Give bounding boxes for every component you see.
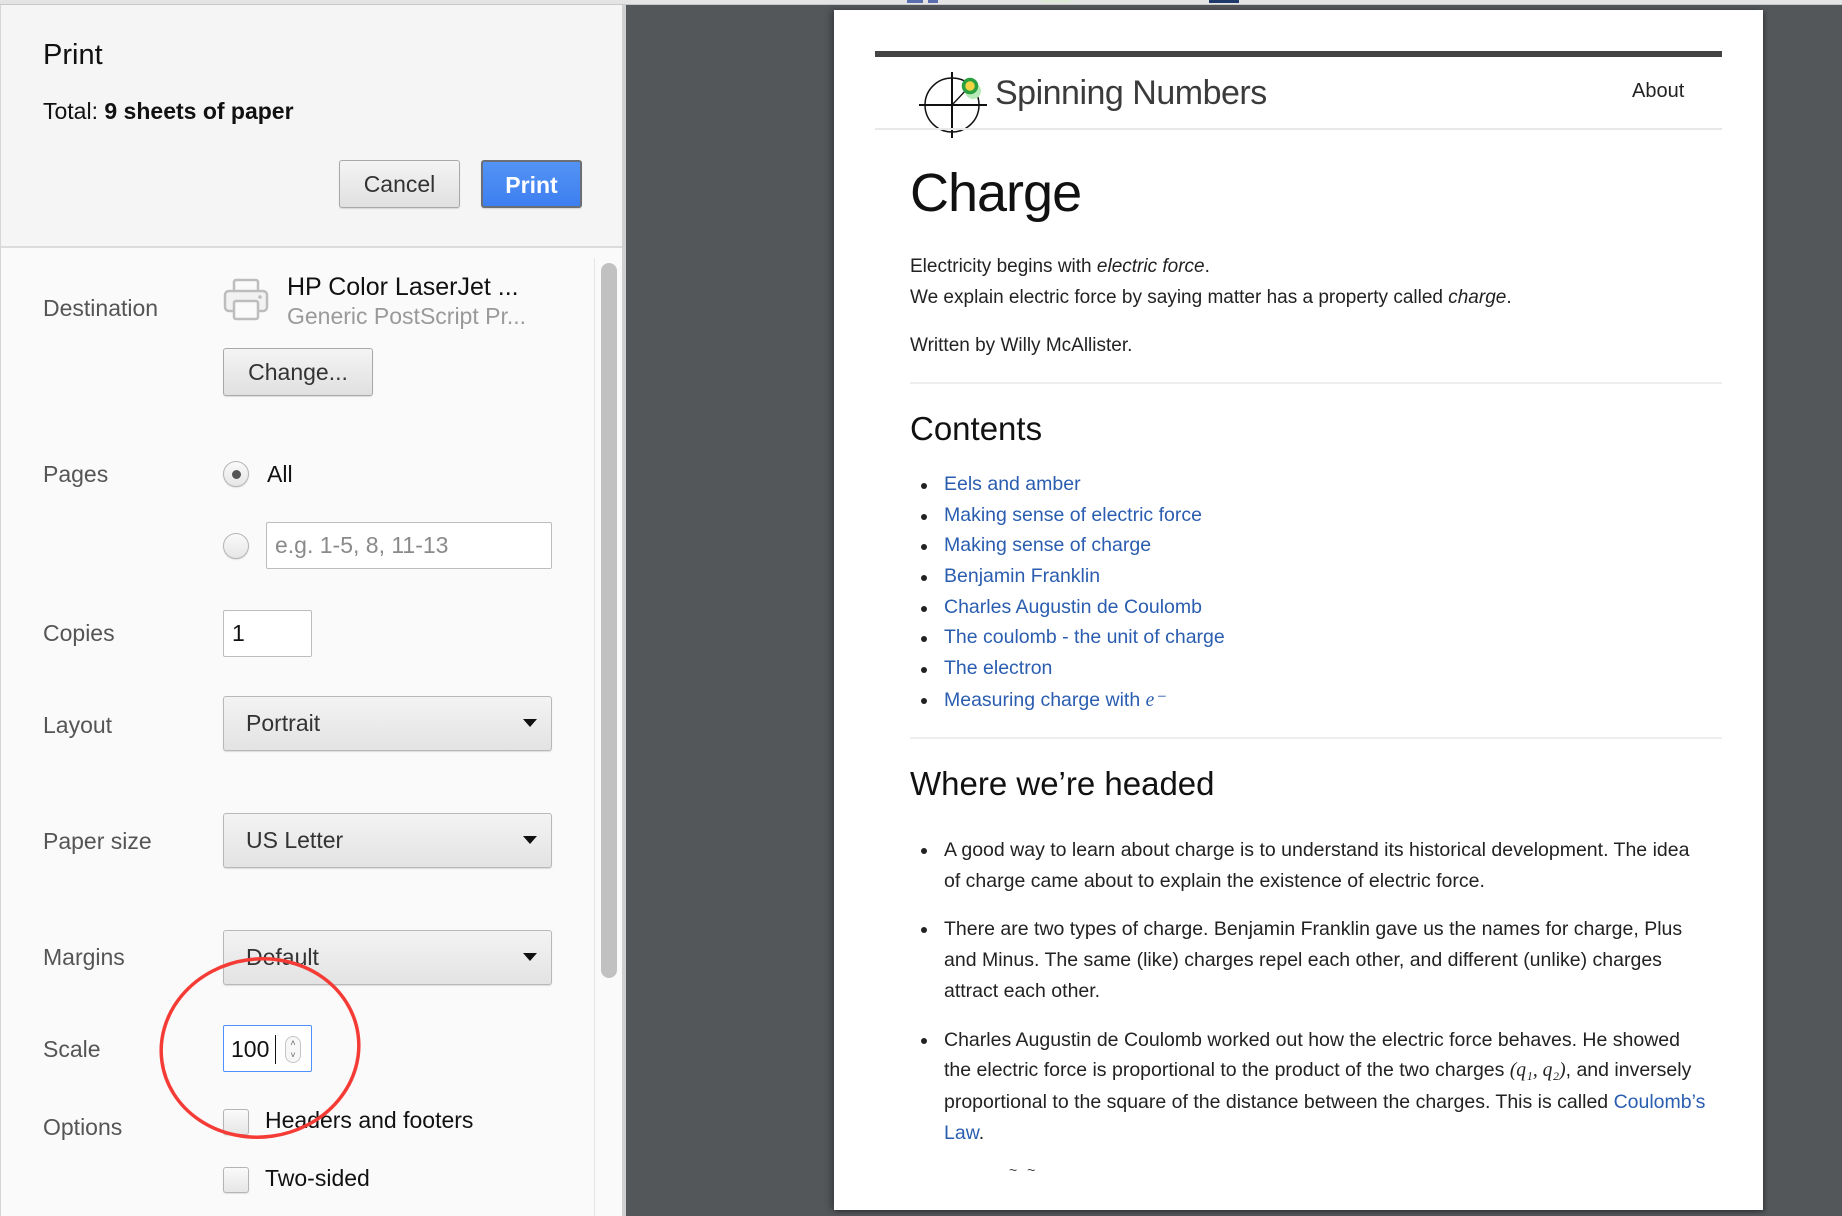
intro-text: We explain electric force by saying matt…	[910, 287, 1449, 308]
math-charges: (q₁, q₂)	[1509, 1060, 1566, 1082]
scale-stepper[interactable]: ˄ ˅	[285, 1036, 301, 1063]
author-line: Written by Willy McAllister.	[910, 335, 1133, 356]
options-label: Options	[43, 1114, 123, 1140]
toc-link[interactable]: Measuring charge with e⁻	[944, 689, 1165, 711]
toc-link[interactable]: Charles Augustin de Coulomb	[944, 596, 1202, 618]
toc-item: Charles Augustin de Coulomb	[910, 596, 1225, 627]
nav-about-link[interactable]: About	[1632, 80, 1684, 103]
toc-item: Making sense of charge	[910, 534, 1225, 565]
pages-all-radio[interactable]	[223, 461, 249, 487]
chevron-down-icon	[523, 836, 537, 844]
toc-item: Eels and amber	[910, 473, 1225, 504]
headers-footers-checkbox[interactable]	[223, 1109, 249, 1135]
headers-footers-label: Headers and footers	[265, 1107, 474, 1133]
summary-item: Charles Augustin de Coulomb worked out h…	[910, 1025, 1710, 1149]
two-sided-label: Two-sided	[265, 1165, 370, 1191]
text-cursor	[275, 1035, 276, 1064]
table-of-contents: Eels and amber Making sense of electric …	[910, 473, 1225, 719]
paper-size-label: Paper size	[43, 828, 152, 854]
print-settings-sidebar: Print Total: 9 sheets of paper Cancel Pr…	[0, 5, 622, 1216]
paper-size-select[interactable]: US Letter	[223, 813, 552, 868]
divider	[910, 737, 1722, 739]
scale-value: 100	[231, 1036, 270, 1062]
divider	[910, 382, 1722, 384]
print-preview-page: Spinning Numbers About Charge Electricit…	[834, 10, 1763, 1210]
printer-icon	[223, 278, 269, 321]
scrollbar-thumb[interactable]	[601, 263, 617, 978]
toc-item: The electron	[910, 657, 1225, 688]
margins-value: Default	[246, 944, 319, 970]
intro-emphasis: electric force	[1096, 256, 1205, 277]
site-top-bar	[875, 51, 1722, 57]
summary-text: .	[978, 1121, 985, 1144]
intro-line-2: We explain electric force by saying matt…	[910, 287, 1512, 309]
total-value: 9 sheets of paper	[104, 98, 294, 124]
copies-label: Copies	[43, 620, 115, 646]
contents-heading: Contents	[910, 410, 1043, 447]
layout-value: Portrait	[246, 710, 321, 736]
toc-item: The coulomb - the unit of charge	[910, 626, 1225, 657]
pages-all-label: All	[267, 461, 293, 487]
toc-link[interactable]: Making sense of charge	[944, 534, 1151, 556]
background-fragment	[1041, 0, 1071, 3]
intro-text: Electricity begins with	[910, 256, 1097, 277]
total-sheets: Total: 9 sheets of paper	[43, 98, 294, 125]
article-title: Charge	[910, 163, 1082, 223]
dialog-title: Print	[43, 39, 103, 71]
scale-label: Scale	[43, 1036, 101, 1062]
copies-input[interactable]	[223, 610, 312, 657]
summary-list: A good way to learn about charge is to u…	[910, 835, 1710, 1166]
toc-item: Benjamin Franklin	[910, 565, 1225, 596]
cut-off-math: ~~	[1009, 1162, 1046, 1178]
change-destination-button[interactable]: Change...	[223, 348, 373, 396]
pages-label: Pages	[43, 461, 109, 487]
toc-item: Measuring charge with e⁻	[910, 688, 1225, 719]
background-window-edge	[0, 0, 1842, 5]
pages-custom-radio[interactable]	[223, 533, 249, 559]
cancel-button[interactable]: Cancel	[339, 160, 460, 208]
pages-range-input[interactable]	[266, 522, 552, 569]
total-prefix: Total:	[43, 98, 98, 124]
site-name: Spinning Numbers	[995, 74, 1267, 112]
intro-text: .	[1204, 256, 1210, 277]
sidebar-divider	[622, 5, 626, 1216]
toc-link[interactable]: Benjamin Franklin	[944, 565, 1100, 587]
chevron-down-icon	[523, 719, 537, 727]
chevron-down-icon	[523, 953, 537, 961]
headed-heading: Where we’re headed	[910, 765, 1215, 802]
print-header: Print Total: 9 sheets of paper Cancel Pr…	[1, 5, 622, 248]
math-electron: e⁻	[1145, 689, 1165, 711]
margins-select[interactable]: Default	[223, 930, 552, 985]
layout-select[interactable]: Portrait	[223, 696, 552, 751]
print-button[interactable]: Print	[481, 160, 582, 208]
toc-item: Making sense of electric force	[910, 504, 1225, 535]
toc-link-text: Measuring charge with	[944, 688, 1146, 711]
printer-subtitle: Generic PostScript Pr...	[287, 303, 527, 329]
header-rule	[875, 128, 1722, 130]
printer-name: HP Color LaserJet ...	[287, 273, 519, 301]
background-fragment	[1209, 0, 1239, 3]
intro-emphasis: charge	[1448, 287, 1507, 308]
summary-item: A good way to learn about charge is to u…	[910, 835, 1710, 896]
summary-item: There are two types of charge. Benjamin …	[910, 914, 1710, 1006]
toc-link[interactable]: The electron	[944, 657, 1052, 679]
toc-link[interactable]: The coulomb - the unit of charge	[944, 626, 1225, 648]
scale-input[interactable]: 100 ˄ ˅	[223, 1025, 312, 1072]
background-fragment	[907, 0, 923, 3]
paper-size-value: US Letter	[246, 827, 344, 853]
layout-label: Layout	[43, 712, 113, 738]
two-sided-checkbox[interactable]	[223, 1167, 249, 1193]
intro-text: .	[1506, 287, 1512, 308]
destination-label: Destination	[43, 295, 159, 321]
toc-link[interactable]: Making sense of electric force	[944, 504, 1202, 526]
toc-link[interactable]: Eels and amber	[944, 473, 1081, 495]
intro-line-1: Electricity begins with electric force.	[910, 256, 1210, 278]
margins-label: Margins	[43, 944, 125, 970]
spinning-numbers-logo-icon	[919, 72, 987, 138]
background-fragment	[928, 0, 938, 3]
